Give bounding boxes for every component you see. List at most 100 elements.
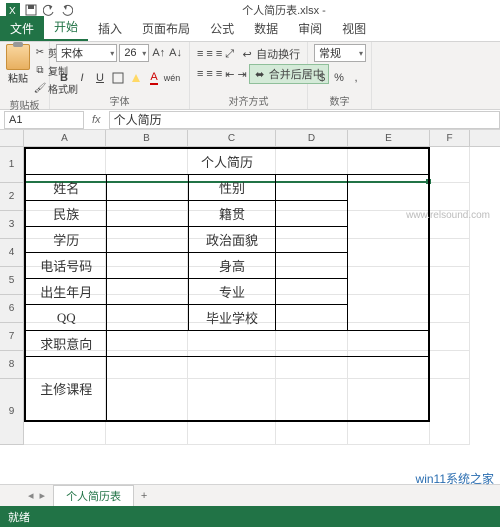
currency-icon[interactable]: $ <box>314 70 330 86</box>
resume-value[interactable] <box>107 279 188 305</box>
save-icon[interactable] <box>24 3 38 17</box>
align-middle-icon[interactable]: ≡ <box>205 46 213 62</box>
select-all-corner[interactable] <box>0 130 24 147</box>
group-number: 常规 $ % , 数字 <box>308 42 372 109</box>
sheet-area[interactable]: ABCDEF 123456789 个人简历姓名性别民族籍贯学历政治面貌电话号码身… <box>0 130 500 484</box>
orientation-icon[interactable]: ⤢ <box>224 46 235 62</box>
row-header-2[interactable]: 2 <box>0 183 23 211</box>
resume-label: 主修课程 <box>26 357 107 421</box>
row-header-1[interactable]: 1 <box>0 147 23 183</box>
row-header-7[interactable]: 7 <box>0 323 23 351</box>
align-top-icon[interactable]: ≡ <box>196 46 204 62</box>
col-header-E[interactable]: E <box>348 130 430 146</box>
resume-label: 籍贯 <box>188 201 275 227</box>
resume-value[interactable] <box>276 175 347 201</box>
resume-table: 个人简历姓名性别民族籍贯学历政治面貌电话号码身高出生年月专业QQ毕业学校求职意向… <box>24 147 430 422</box>
resume-title: 个人简历 <box>26 149 429 175</box>
row-header-8[interactable]: 8 <box>0 351 23 379</box>
number-format-combo[interactable]: 常规 <box>314 44 366 62</box>
align-center-icon[interactable]: ≡ <box>205 66 213 82</box>
tab-data[interactable]: 数据 <box>244 16 288 41</box>
resume-value[interactable] <box>107 357 429 421</box>
col-header-B[interactable]: B <box>106 130 188 146</box>
indent-dec-icon[interactable]: ⇤ <box>224 66 235 82</box>
sheet-nav-next-icon[interactable]: ▸ <box>40 489 46 502</box>
font-color-button[interactable]: A <box>146 70 162 86</box>
merge-icon: ⬌ <box>254 68 266 80</box>
resume-photo-cell[interactable] <box>347 175 428 331</box>
resume-value[interactable] <box>107 201 188 227</box>
decrease-font-icon[interactable]: A↓ <box>168 45 183 61</box>
formula-input[interactable]: 个人简历 <box>109 111 500 129</box>
resume-value[interactable] <box>276 253 347 279</box>
indent-inc-icon[interactable]: ⇥ <box>236 66 247 82</box>
tab-file[interactable]: 文件 <box>0 16 44 41</box>
status-ready: 就绪 <box>8 509 30 525</box>
paste-button[interactable]: 粘贴 <box>6 44 30 97</box>
row-headers[interactable]: 123456789 <box>0 147 24 445</box>
percent-icon[interactable]: % <box>331 70 347 86</box>
resume-label: 电话号码 <box>26 253 107 279</box>
font-name-combo[interactable]: 宋体 <box>56 44 117 62</box>
resume-label: 身高 <box>188 253 275 279</box>
tab-formulas[interactable]: 公式 <box>200 16 244 41</box>
wrap-icon: ↩ <box>241 48 253 60</box>
resume-value[interactable] <box>276 227 347 253</box>
sheet-tab-active[interactable]: 个人简历表 <box>53 485 134 506</box>
align-right-icon[interactable]: ≡ <box>215 66 223 82</box>
excel-icon: X <box>6 3 20 17</box>
tab-home[interactable]: 开始 <box>44 14 88 41</box>
wrap-text-button[interactable]: ↩自动换行 <box>236 44 305 64</box>
tab-page-layout[interactable]: 页面布局 <box>132 16 200 41</box>
name-box[interactable]: A1 <box>4 111 84 129</box>
tab-review[interactable]: 审阅 <box>288 16 332 41</box>
watermark-url: www.relsound.com <box>406 210 490 221</box>
column-headers[interactable]: ABCDEF <box>24 130 500 147</box>
col-header-A[interactable]: A <box>24 130 106 146</box>
row-header-5[interactable]: 5 <box>0 267 23 295</box>
border-button[interactable] <box>110 70 126 86</box>
brush-icon: 🖌 <box>34 83 46 95</box>
add-sheet-button[interactable]: + <box>134 490 154 502</box>
group-alignment: ≡ ≡ ≡ ⤢ ↩自动换行 ≡ ≡ ≡ ⇤ ⇥ ⬌合并后居中 对齐方式 <box>190 42 308 109</box>
row-header-3[interactable]: 3 <box>0 211 23 239</box>
tab-insert[interactable]: 插入 <box>88 16 132 41</box>
resume-value[interactable] <box>107 175 188 201</box>
fx-label[interactable]: fx <box>84 114 109 126</box>
formula-bar: A1 fx 个人简历 <box>0 110 500 130</box>
scissors-icon: ✂ <box>34 47 46 59</box>
row-header-9[interactable]: 9 <box>0 379 23 445</box>
resume-value[interactable] <box>107 331 429 357</box>
italic-button[interactable]: I <box>74 70 90 86</box>
sheet-nav-prev-icon[interactable]: ◂ <box>28 489 34 502</box>
tab-view[interactable]: 视图 <box>332 16 376 41</box>
row-header-6[interactable]: 6 <box>0 295 23 323</box>
align-left-icon[interactable]: ≡ <box>196 66 204 82</box>
col-header-D[interactable]: D <box>276 130 348 146</box>
ribbon-tabs: 文件 开始 插入 页面布局 公式 数据 审阅 视图 <box>0 20 500 42</box>
resume-value[interactable] <box>276 305 347 331</box>
col-header-F[interactable]: F <box>430 130 470 146</box>
bold-button[interactable]: B <box>56 70 72 86</box>
group-label-number: 数字 <box>314 93 365 109</box>
resume-label: 政治面貌 <box>188 227 275 253</box>
resume-label: 毕业学校 <box>188 305 275 331</box>
align-bottom-icon[interactable]: ≡ <box>215 46 223 62</box>
group-label-font: 字体 <box>56 93 183 109</box>
row-header-4[interactable]: 4 <box>0 239 23 267</box>
underline-button[interactable]: U <box>92 70 108 86</box>
increase-font-icon[interactable]: A↑ <box>151 45 166 61</box>
col-header-C[interactable]: C <box>188 130 276 146</box>
font-size-combo[interactable]: 26 <box>119 44 149 62</box>
resume-value[interactable] <box>276 201 347 227</box>
phonetic-button[interactable]: wén <box>164 70 180 86</box>
fill-color-button[interactable] <box>128 70 144 86</box>
resume-value[interactable] <box>276 279 347 305</box>
comma-icon[interactable]: , <box>348 70 364 86</box>
resume-value[interactable] <box>107 227 188 253</box>
resume-value[interactable] <box>107 305 188 331</box>
resume-value[interactable] <box>107 253 188 279</box>
copy-icon: ⧉ <box>34 65 46 77</box>
paste-icon <box>6 44 30 70</box>
paste-label: 粘贴 <box>8 70 28 85</box>
